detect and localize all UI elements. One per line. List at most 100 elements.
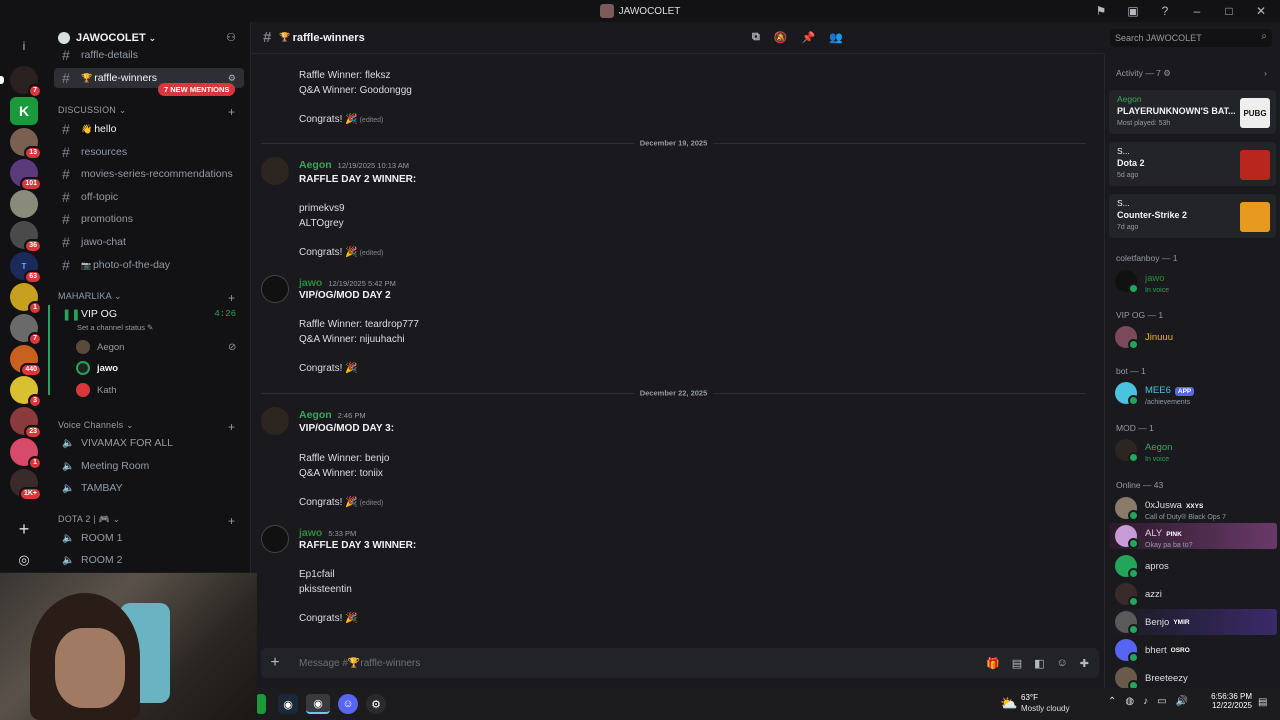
invite-icon[interactable]: ⚇ (226, 31, 236, 44)
server-icon-11[interactable]: 3 (10, 376, 42, 408)
search-input[interactable]: Search JAWOCOLET ⌕ (1110, 29, 1272, 47)
member-online[interactable]: 0xJuswa XXYS Call of Duty® Black Ops 7 (1115, 495, 1226, 521)
sticker-icon[interactable]: ◧ (1034, 657, 1044, 670)
gift-icon[interactable]: 🎁 (986, 657, 1000, 670)
server-icon-7[interactable]: T 63 (10, 252, 42, 284)
server-icon-5[interactable] (10, 190, 38, 218)
channel-jawo-chat[interactable]: # jawo-chat (54, 232, 244, 252)
add-server-icon[interactable]: + (10, 515, 38, 543)
discover-icon[interactable]: ◎ (10, 546, 38, 574)
member-online[interactable]: bhert OSRO (1115, 637, 1190, 663)
member-online[interactable]: ALY PINK Okay pa ba to? (1109, 523, 1277, 549)
server-icon-2[interactable]: K (10, 97, 38, 125)
composer-placeholder[interactable]: Message #🏆raffle-winners (299, 658, 420, 669)
notification-bell-icon[interactable]: 🔕 (774, 31, 788, 44)
emoji-icon[interactable]: ☺ (1057, 657, 1068, 670)
app-icon[interactable] (256, 694, 266, 714)
avatar[interactable] (261, 275, 289, 303)
member-mee6[interactable]: MEE6 APP/achievements (1115, 380, 1195, 406)
voice-channel-room-2[interactable]: 🔈 ROOM 2 (54, 550, 244, 570)
voice-user-jawo[interactable]: jawo (76, 359, 118, 377)
server-icon-3[interactable]: 13 (10, 128, 42, 160)
add-channel-icon[interactable]: + (228, 105, 235, 119)
server-icon-8[interactable]: 1 (10, 283, 42, 315)
channel-promotions[interactable]: # promotions (54, 209, 244, 229)
steam-icon[interactable]: ◉ (278, 694, 298, 714)
member-online[interactable]: azzi (1115, 581, 1162, 607)
member-online[interactable]: Benjo YMIR (1109, 609, 1277, 635)
add-channel-icon[interactable]: + (228, 291, 235, 305)
server-icon-9[interactable]: 7 (10, 314, 42, 346)
avatar[interactable] (261, 157, 289, 185)
server-icon-13[interactable]: 1 (10, 438, 42, 470)
messages-icon[interactable]: i (10, 32, 38, 60)
voice-channel-vip-og[interactable]: ❚❚ VIP OG 4:26 (54, 304, 244, 324)
close-button[interactable]: ✕ (1252, 4, 1270, 18)
category-discussion[interactable]: DISCUSSION ⌄ + (58, 105, 235, 119)
server-icon-14[interactable]: 1K+ (10, 469, 42, 501)
channel-off-topic[interactable]: # off-topic (54, 187, 244, 207)
member-list-icon[interactable]: 👥 (829, 31, 843, 44)
gif-icon[interactable]: ▤ (1012, 657, 1022, 670)
badge: 1 (28, 301, 42, 315)
apps-icon[interactable]: ✚ (1080, 657, 1089, 670)
server-icon-12[interactable]: 23 (10, 407, 42, 439)
server-icon-10[interactable]: 440 (10, 345, 42, 377)
screen-icon[interactable]: ▣ (1124, 4, 1142, 18)
volume-icon[interactable]: 🔊 (1176, 696, 1188, 707)
server-icon-6[interactable]: 36 (10, 221, 42, 253)
avatar[interactable] (261, 525, 289, 553)
member-online[interactable]: apros (1115, 553, 1169, 579)
category-dota[interactable]: DOTA 2 | 🎮 ⌄ + (58, 514, 235, 528)
add-channel-icon[interactable]: + (228, 420, 235, 434)
server-icon-4[interactable]: 101 (10, 159, 42, 191)
threads-icon[interactable]: ⧉ (752, 31, 760, 44)
mic-icon[interactable]: ♪ (1143, 696, 1148, 707)
voice-user-kath[interactable]: Kath (76, 381, 117, 399)
inbox-icon[interactable]: ⚑ (1092, 4, 1110, 18)
new-mentions-badge[interactable]: 7 NEW MENTIONS (158, 83, 236, 96)
settings-gear-icon[interactable]: ⚙ (228, 73, 236, 84)
app-icon-2[interactable]: ⚙ (366, 694, 386, 714)
discord-icon[interactable]: ☺ (338, 694, 358, 714)
message-author[interactable]: jawo 12/19/2025 5:42 PM (299, 277, 396, 289)
message-author[interactable]: Aegon 12/19/2025 10:13 AM (299, 159, 409, 171)
channel-hello[interactable]: # 👋 hello (54, 119, 244, 139)
category-maharlika[interactable]: MAHARLIKA ⌄ + (58, 291, 235, 305)
channel-resources[interactable]: # resources (54, 142, 244, 162)
tray-app-icon[interactable]: ◍ (1125, 696, 1134, 707)
notifications-icon[interactable]: ▤ (1258, 697, 1267, 708)
clock[interactable]: 6:56:36 PM 12/22/2025 (1208, 692, 1252, 710)
voice-channel-vivamax[interactable]: 🔈 VIVAMAX FOR ALL (54, 433, 244, 453)
tray-chevron-icon[interactable]: ⌃ (1108, 696, 1116, 707)
activity-card[interactable]: S... Counter-Strike 2 7d ago (1109, 194, 1276, 238)
steam-active-icon[interactable]: ◉ (306, 694, 330, 714)
activity-card[interactable]: S... Dota 2 5d ago (1109, 142, 1276, 186)
channel-movies[interactable]: # movies-series-recommendations (54, 164, 244, 184)
message-author[interactable]: Aegon 2:46 PM (299, 409, 366, 421)
add-channel-icon[interactable]: + (228, 514, 235, 528)
maximize-button[interactable]: □ (1220, 4, 1238, 18)
activity-card[interactable]: Aegon PLAYERUNKNOWN'S BAT... Most played… (1109, 90, 1276, 134)
channel-raffle-details[interactable]: # raffle-details (54, 48, 244, 62)
voice-channel-room-1[interactable]: 🔈 ROOM 1 (54, 528, 244, 548)
activity-header[interactable]: Activity — 7 ⚙ › (1116, 68, 1267, 79)
member-jawo[interactable]: jawo In voice (1115, 268, 1169, 294)
member-aegon[interactable]: Aegon In voice (1115, 437, 1172, 463)
message-composer[interactable]: + Message #🏆raffle-winners 🎁 ▤ ◧ ☺ ✚ (261, 648, 1099, 678)
set-channel-status[interactable]: Set a channel status ✎ (77, 323, 153, 332)
member-jinuuu[interactable]: Jinuuu (1115, 324, 1173, 350)
message-author[interactable]: jawo 5:33 PM (299, 527, 356, 539)
voice-channel-tambay[interactable]: 🔈 TAMBAY (54, 478, 244, 498)
avatar[interactable] (261, 407, 289, 435)
attach-plus-icon[interactable]: + (261, 654, 289, 672)
voice-user-aegon[interactable]: Aegon ⊘ (76, 338, 236, 356)
help-icon[interactable]: ? (1156, 4, 1174, 18)
category-voice-channels[interactable]: Voice Channels ⌄ + (58, 420, 235, 434)
voice-channel-meeting-room[interactable]: 🔈 Meeting Room (54, 456, 244, 476)
network-icon[interactable]: ▭ (1157, 696, 1166, 707)
channel-photo-of-the-day[interactable]: # 📷 photo-of-the-day (54, 255, 244, 275)
minimize-button[interactable]: – (1188, 4, 1206, 18)
server-icon-1[interactable]: 7 (0, 66, 42, 98)
pin-icon[interactable]: 📌 (802, 31, 816, 44)
